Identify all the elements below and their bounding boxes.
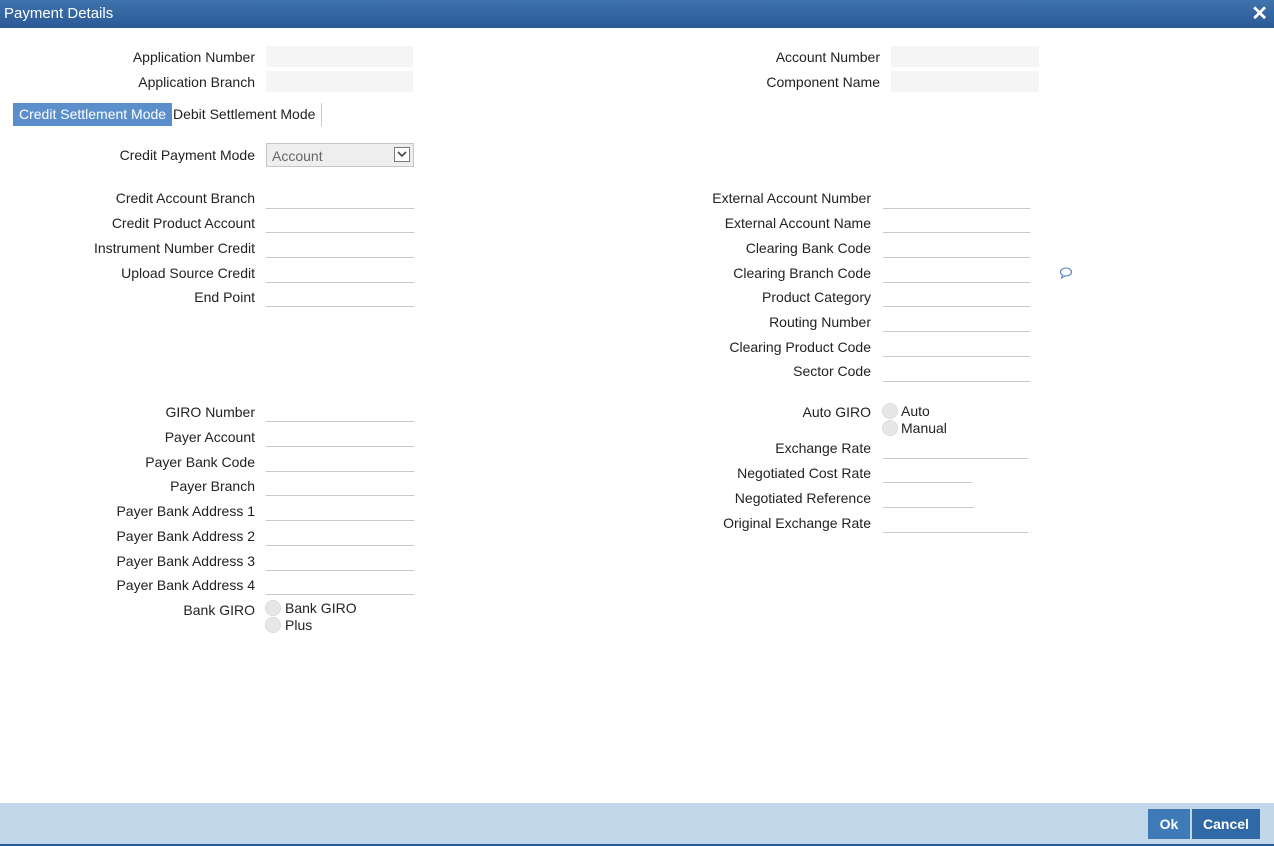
giro-number-input[interactable] <box>266 400 414 422</box>
instrument-number-credit-label: Instrument Number Credit <box>93 240 255 256</box>
bank-giro-radio[interactable] <box>265 600 281 616</box>
tab-debit-settlement-mode[interactable]: Debit Settlement Mode <box>167 103 323 126</box>
payer-bank-address-2-label: Payer Bank Address 2 <box>116 528 255 544</box>
component-name-field[interactable] <box>891 71 1039 92</box>
negotiated-reference-input[interactable] <box>883 486 974 508</box>
sector-code-input[interactable] <box>883 360 1030 382</box>
credit-product-account-label: Credit Product Account <box>111 215 255 231</box>
account-number-field[interactable] <box>891 46 1039 67</box>
application-branch-field[interactable] <box>266 71 413 92</box>
payer-bank-code-input[interactable] <box>266 450 414 472</box>
account-number-label: Account Number <box>775 49 880 65</box>
title-bar: Payment Details ✕ <box>0 0 1274 28</box>
sector-code-label: Sector Code <box>793 363 871 379</box>
clearing-bank-code-input[interactable] <box>883 236 1030 258</box>
payer-account-label: Payer Account <box>164 429 255 445</box>
credit-payment-mode-select[interactable]: Account <box>266 143 414 167</box>
bank-giro-label: Bank GIRO <box>183 602 255 618</box>
application-branch-label: Application Branch <box>138 74 255 90</box>
plus-radio[interactable] <box>265 617 281 633</box>
ok-button[interactable]: Ok <box>1148 809 1190 839</box>
speech-bubble-icon[interactable] <box>1059 266 1073 282</box>
end-point-input[interactable] <box>266 285 414 307</box>
clearing-bank-code-label: Clearing Bank Code <box>745 240 871 256</box>
payer-branch-label: Payer Branch <box>170 478 255 494</box>
external-account-name-label: External Account Name <box>724 215 871 231</box>
window-title: Payment Details <box>4 5 114 22</box>
clearing-branch-code-label: Clearing Branch Code <box>733 265 871 281</box>
credit-payment-mode-value: Account <box>272 148 323 164</box>
external-account-number-input[interactable] <box>883 187 1030 209</box>
plus-option-label: Plus <box>285 617 313 633</box>
payer-bank-address-2-input[interactable] <box>266 524 414 546</box>
payer-bank-address-3-label: Payer Bank Address 3 <box>116 553 255 569</box>
bank-giro-option-label: Bank GIRO <box>285 600 357 616</box>
auto-radio[interactable] <box>882 403 898 419</box>
credit-account-branch-label: Credit Account Branch <box>115 190 255 206</box>
original-exchange-rate-label: Original Exchange Rate <box>723 515 871 531</box>
end-point-label: End Point <box>194 289 255 305</box>
external-account-number-label: External Account Number <box>712 190 871 206</box>
tab-credit-settlement-mode[interactable]: Credit Settlement Mode <box>13 103 173 126</box>
exchange-rate-input[interactable] <box>883 437 1028 459</box>
payer-bank-address-4-input[interactable] <box>266 573 414 595</box>
upload-source-credit-input[interactable] <box>266 261 414 283</box>
exchange-rate-label: Exchange Rate <box>775 440 871 456</box>
close-icon[interactable]: ✕ <box>1251 2 1268 26</box>
external-account-name-input[interactable] <box>883 211 1030 233</box>
product-category-label: Product Category <box>762 289 871 305</box>
payer-account-input[interactable] <box>266 425 414 447</box>
credit-account-branch-input[interactable] <box>266 187 414 209</box>
payer-branch-input[interactable] <box>266 474 414 496</box>
credit-product-account-input[interactable] <box>266 211 414 233</box>
instrument-number-credit-input[interactable] <box>266 236 414 258</box>
payer-bank-address-4-label: Payer Bank Address 4 <box>116 577 255 593</box>
clearing-product-code-input[interactable] <box>883 335 1030 357</box>
auto-giro-label: Auto GIRO <box>802 404 871 420</box>
application-number-label: Application Number <box>132 49 255 65</box>
negotiated-cost-rate-input[interactable] <box>883 461 972 483</box>
product-category-input[interactable] <box>883 285 1030 307</box>
routing-number-label: Routing Number <box>769 314 871 330</box>
negotiated-reference-label: Negotiated Reference <box>734 490 871 506</box>
cancel-button[interactable]: Cancel <box>1192 809 1260 839</box>
manual-option-label: Manual <box>901 420 947 436</box>
clearing-product-code-label: Clearing Product Code <box>729 339 871 355</box>
payer-bank-address-1-label: Payer Bank Address 1 <box>116 503 255 519</box>
upload-source-credit-label: Upload Source Credit <box>121 265 255 281</box>
manual-radio[interactable] <box>882 420 898 436</box>
clearing-branch-code-input[interactable] <box>883 261 1030 283</box>
giro-number-label: GIRO Number <box>165 404 255 420</box>
payer-bank-address-1-input[interactable] <box>266 499 414 521</box>
payer-bank-address-3-input[interactable] <box>266 549 414 571</box>
component-name-label: Component Name <box>766 74 880 90</box>
credit-payment-mode-label: Credit Payment Mode <box>119 147 255 163</box>
original-exchange-rate-input[interactable] <box>883 511 1028 533</box>
negotiated-cost-rate-label: Negotiated Cost Rate <box>737 465 871 481</box>
application-number-field[interactable] <box>266 46 413 67</box>
routing-number-input[interactable] <box>883 310 1030 332</box>
payer-bank-code-label: Payer Bank Code <box>145 454 255 470</box>
chevron-down-icon[interactable] <box>394 147 410 162</box>
footer-bar <box>0 803 1274 846</box>
auto-option-label: Auto <box>901 403 930 419</box>
